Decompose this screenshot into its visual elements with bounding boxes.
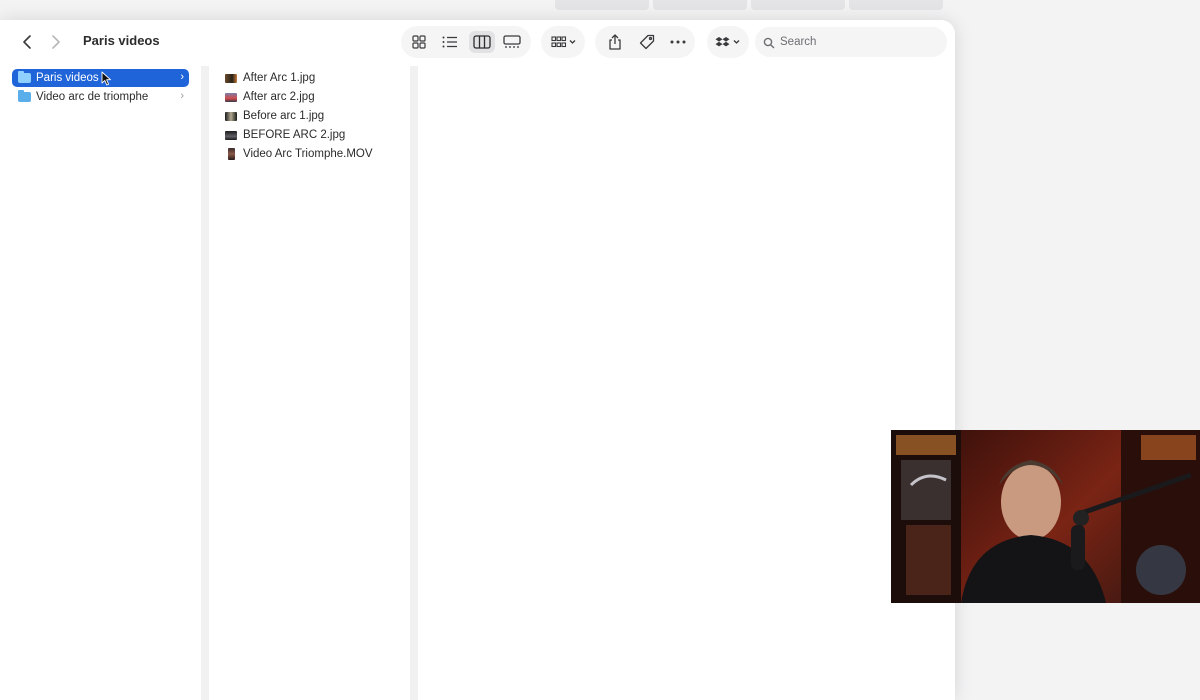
image-thumbnail-icon [225, 73, 237, 83]
chevron-right-icon: › [180, 71, 184, 83]
dropbox-icon[interactable] [714, 31, 742, 53]
chevron-left-icon[interactable] [16, 32, 38, 52]
chevron-right-icon[interactable] [45, 32, 67, 52]
file-label: Before arc 1.jpg [243, 110, 325, 122]
folder-label: Paris videos [36, 72, 99, 84]
file-label: BEFORE ARC 2.jpg [243, 129, 346, 141]
folder-icon [18, 90, 31, 102]
chevron-right-icon: › [180, 90, 184, 102]
group-by-icon[interactable] [549, 31, 579, 53]
share-icon[interactable] [603, 31, 627, 53]
column-preview [418, 66, 955, 700]
background-cell [751, 0, 845, 10]
folder-icon [18, 71, 31, 83]
file-row[interactable]: BEFORE ARC 2.jpg [225, 126, 345, 144]
background-cell [653, 0, 747, 10]
folder-label: Video arc de triomphe [36, 91, 149, 103]
file-label: After Arc 1.jpg [243, 72, 316, 84]
webcam-overlay [891, 430, 1200, 603]
column-view-icon[interactable] [469, 31, 495, 53]
mouse-cursor-icon [101, 71, 112, 91]
file-row[interactable]: Video Arc Triomphe.MOV [225, 145, 373, 163]
file-label: Video Arc Triomphe.MOV [243, 148, 373, 160]
list-view-icon[interactable] [438, 31, 462, 53]
file-row[interactable]: After arc 2.jpg [225, 88, 315, 106]
search-icon [763, 36, 775, 54]
video-thumbnail-icon [228, 148, 235, 160]
file-row[interactable]: After Arc 1.jpg [225, 69, 315, 87]
background-window-strip [555, 0, 955, 10]
file-label: After arc 2.jpg [243, 91, 315, 103]
column-divider[interactable] [201, 66, 209, 700]
window-title: Paris videos [83, 33, 160, 48]
toolbar: Paris videos Search [0, 20, 955, 64]
image-thumbnail-icon [225, 130, 237, 140]
image-thumbnail-icon [225, 111, 237, 121]
finder-window: Paris videos Search Paris videos › Video… [0, 20, 955, 700]
gallery-view-icon[interactable] [500, 31, 524, 53]
background-cell [849, 0, 943, 10]
tag-icon[interactable] [635, 31, 659, 53]
search-placeholder: Search [780, 36, 817, 48]
background-cell [555, 0, 649, 10]
search-field[interactable]: Search [755, 27, 947, 57]
column-folders [0, 66, 200, 700]
more-icon[interactable] [666, 31, 690, 53]
image-thumbnail-icon [225, 92, 237, 102]
icon-view-icon[interactable] [407, 31, 431, 53]
column-divider[interactable] [410, 66, 418, 700]
file-row[interactable]: Before arc 1.jpg [225, 107, 324, 125]
